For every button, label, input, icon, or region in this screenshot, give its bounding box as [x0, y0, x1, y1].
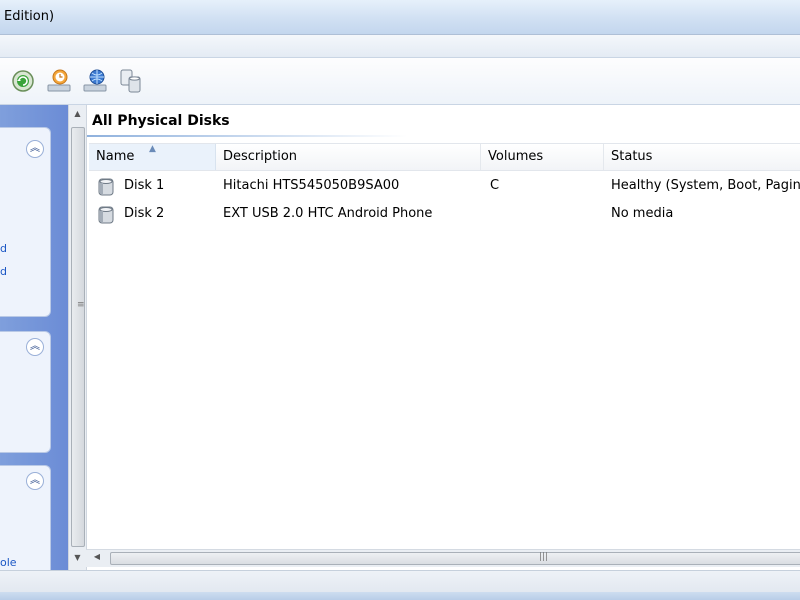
- refresh-disk-button[interactable]: [8, 67, 38, 95]
- sort-ascending-icon: ▲: [149, 144, 156, 154]
- task-box-1: ︽ d d: [0, 127, 51, 317]
- disk-properties-button[interactable]: [44, 67, 74, 95]
- task-link-2[interactable]: d: [0, 265, 7, 278]
- window-bottom-frame: [0, 592, 800, 600]
- scroll-down-arrow-icon[interactable]: ▼: [69, 553, 86, 567]
- grip-icon: ≡: [77, 300, 85, 310]
- chevron-up-icon: ︽: [30, 341, 40, 352]
- disk-status: No media: [611, 206, 674, 221]
- chevron-up-icon: ︽: [30, 475, 40, 486]
- title-bar[interactable]: Edition): [0, 0, 800, 35]
- scrollbar-thumb[interactable]: ≡: [71, 127, 85, 547]
- collapse-button-2[interactable]: ︽: [26, 338, 44, 356]
- task-pane: ︽ d d ︽ ︽ ole: [0, 105, 68, 571]
- column-header-label: Name: [96, 149, 135, 164]
- heading-divider: [87, 135, 407, 137]
- disk-name: Disk 1: [124, 178, 165, 193]
- disk-name: Disk 2: [124, 206, 165, 221]
- table-row[interactable]: Disk 1 Hitachi HTS545050B9SA00 C Healthy…: [89, 172, 800, 200]
- task-link-3[interactable]: ole: [0, 556, 17, 569]
- table-header: ▲ Name Description Volumes Status: [89, 143, 800, 171]
- column-header-label: Status: [611, 149, 653, 164]
- disk-network-icon: [83, 69, 107, 92]
- column-header-volumes[interactable]: Volumes: [481, 144, 604, 170]
- column-header-status[interactable]: Status: [604, 144, 800, 170]
- disk-volumes: C: [490, 178, 500, 193]
- disk-status: Healthy (System, Boot, Paging): [611, 178, 800, 193]
- disk-description: Hitachi HTS545050B9SA00: [223, 178, 400, 193]
- column-header-name[interactable]: ▲ Name: [89, 144, 216, 170]
- copy-disk-button[interactable]: [116, 67, 146, 95]
- column-header-label: Volumes: [488, 149, 544, 164]
- main-panel: All Physical Disks ▲ Name Description Vo…: [86, 105, 800, 570]
- disk-network-button[interactable]: [80, 67, 110, 95]
- column-header-description[interactable]: Description: [216, 144, 481, 170]
- disk-description: EXT USB 2.0 HTC Android Phone: [223, 206, 433, 221]
- grip-icon: |||: [539, 552, 549, 562]
- menu-bar: [0, 35, 800, 58]
- toolbar: [0, 58, 800, 105]
- task-box-2: ︽: [0, 331, 51, 453]
- scroll-left-arrow-icon[interactable]: ◀: [90, 552, 104, 565]
- window-title: Edition): [4, 9, 55, 24]
- disk-icon: [98, 178, 114, 196]
- task-link-1[interactable]: d: [0, 242, 7, 255]
- task-box-3: ︽ ole: [0, 465, 51, 571]
- disk-properties-icon: [47, 69, 71, 92]
- page-title: All Physical Disks: [92, 113, 230, 129]
- table-row[interactable]: Disk 2 EXT USB 2.0 HTC Android Phone No …: [89, 200, 800, 228]
- collapse-button-3[interactable]: ︽: [26, 472, 44, 490]
- scroll-up-arrow-icon[interactable]: ▲: [69, 109, 86, 123]
- chevron-up-icon: ︽: [30, 143, 40, 154]
- refresh-disk-icon: [12, 70, 34, 92]
- horizontal-scrollbar-thumb[interactable]: |||: [110, 552, 800, 565]
- column-header-label: Description: [223, 149, 298, 164]
- horizontal-scrollbar[interactable]: ◀ |||: [86, 549, 800, 567]
- collapse-button-1[interactable]: ︽: [26, 140, 44, 158]
- disk-icon: [98, 206, 114, 224]
- status-bar: [0, 570, 800, 593]
- copy-disk-icon: [120, 69, 141, 93]
- task-pane-scrollbar[interactable]: ▲ ≡ ▼: [68, 105, 86, 570]
